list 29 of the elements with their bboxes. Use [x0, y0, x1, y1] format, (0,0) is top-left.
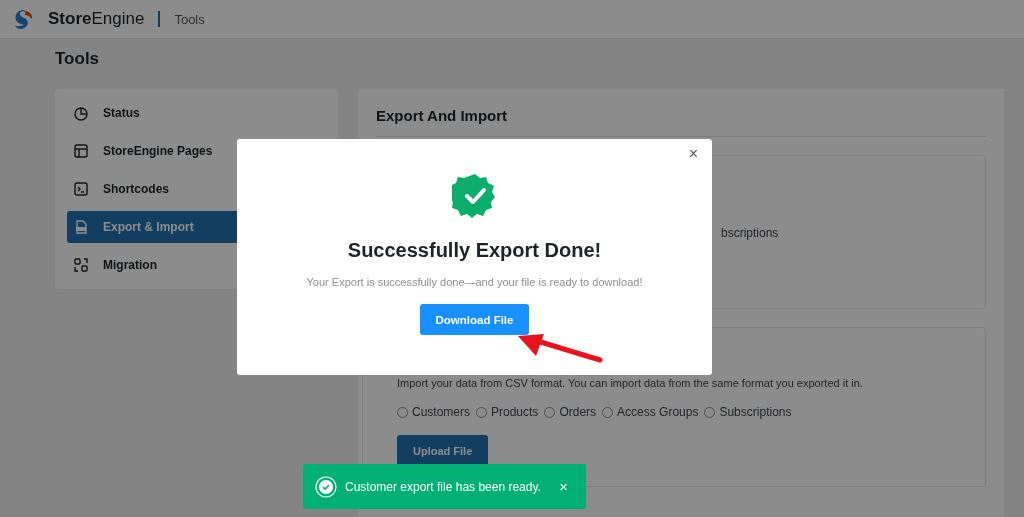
option-label: bscriptions — [721, 226, 779, 240]
close-button[interactable]: × — [688, 145, 698, 163]
verified-badge-icon — [451, 173, 498, 219]
close-button[interactable]: × — [553, 478, 574, 495]
section-title: Export And Import — [376, 107, 986, 137]
upload-button[interactable]: Upload File — [397, 435, 489, 466]
check-circle-icon — [315, 475, 337, 498]
page-layout-icon — [73, 143, 89, 159]
page-title: Tools — [55, 49, 101, 69]
sidebar-item[interactable]: Shortcodes — [67, 170, 326, 208]
radio-option[interactable]: Customers — [397, 405, 470, 419]
pie-chart-icon — [73, 105, 89, 121]
csv-file-icon — [73, 219, 89, 235]
terminal-icon — [73, 181, 89, 197]
toast-message: Customer export file has been ready. — [345, 479, 542, 494]
breadcrumb: Tools — [174, 11, 205, 27]
sidebar-item[interactable]: Status — [67, 94, 326, 132]
import-description: Import your data from CSV format. You can import data from the same format you exported it in. — [397, 377, 864, 389]
radio-option[interactable]: Subscriptions — [704, 405, 792, 419]
brand-name: StoreEngine — [48, 9, 145, 29]
radio-option[interactable]: Access Groups — [602, 405, 699, 419]
dialog-title: Successfully Export Done! — [347, 239, 602, 262]
radio-option[interactable]: Products — [476, 405, 539, 419]
download-button[interactable]: Download File — [419, 304, 530, 335]
logo-icon — [12, 8, 34, 30]
sidebar-item[interactable]: StoreEngine Pages — [67, 132, 326, 170]
swap-blocks-icon — [73, 257, 89, 273]
dialog-message: Your Export is successfully done—and your file is ready to download! — [306, 276, 643, 288]
radio-option[interactable]: Orders — [544, 405, 597, 419]
